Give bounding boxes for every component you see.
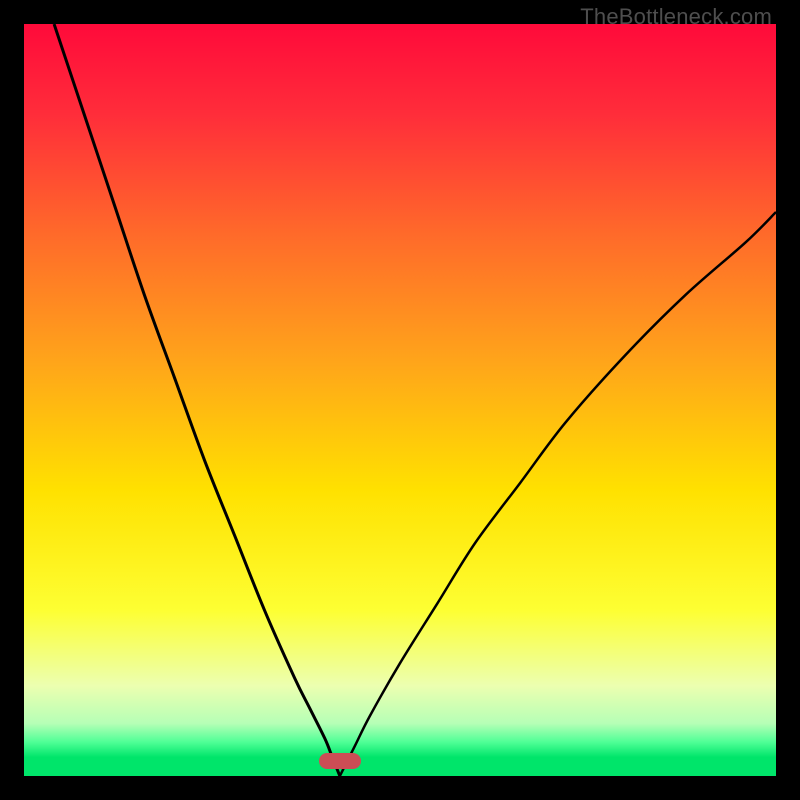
chart-frame [24,24,776,776]
bottleneck-chart [24,24,776,776]
watermark-text: TheBottleneck.com [580,4,772,30]
optimum-marker [319,753,361,769]
